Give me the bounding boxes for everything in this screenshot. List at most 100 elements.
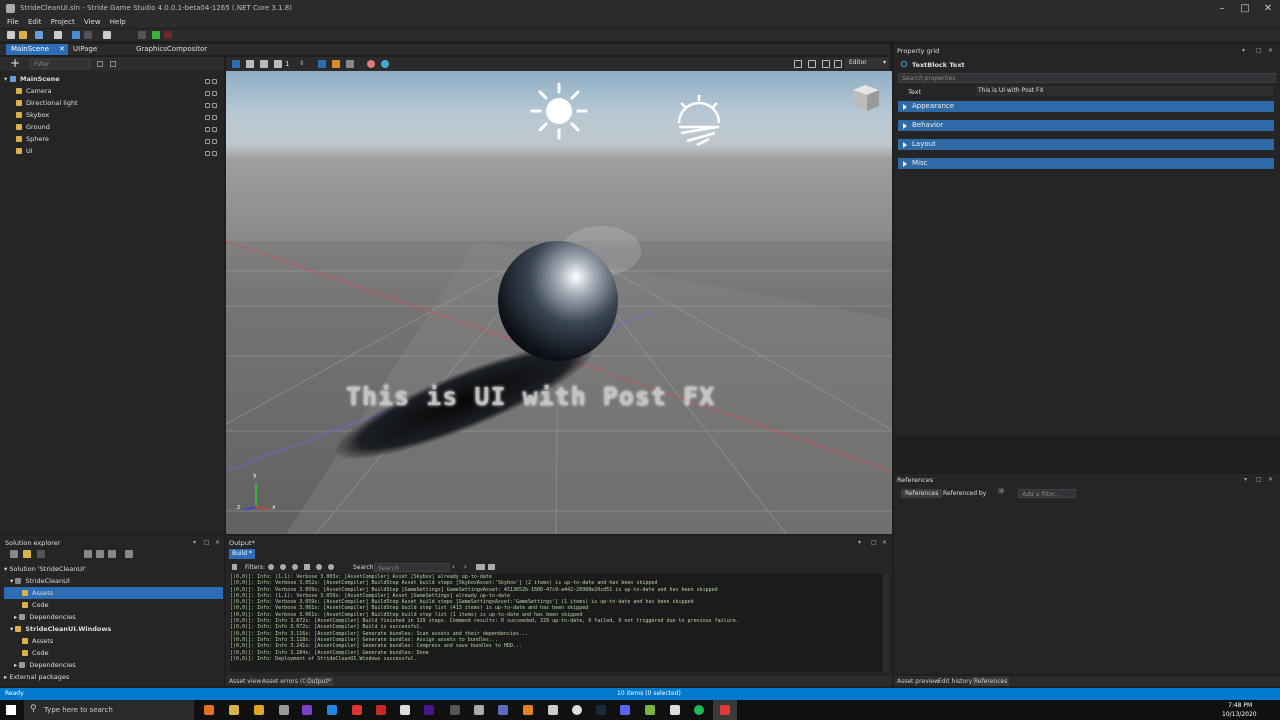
close-panel-icon[interactable]: ✕ — [882, 539, 887, 546]
menu-view[interactable]: View — [84, 18, 101, 26]
filter-warning-icon[interactable] — [304, 564, 310, 570]
close-button[interactable]: ✕ — [1262, 3, 1274, 15]
lock-icon[interactable] — [205, 103, 210, 108]
undo-icon[interactable] — [72, 31, 80, 39]
tab-asset-preview[interactable]: Asset preview — [897, 678, 939, 685]
tree-item-sphere[interactable]: Sphere — [16, 133, 220, 145]
explorer-icon[interactable] — [229, 705, 239, 715]
output-scrollbar[interactable] — [883, 574, 889, 672]
select-tool-icon[interactable] — [232, 60, 240, 68]
fullscreen-icon[interactable] — [808, 60, 816, 68]
tab-references[interactable]: References — [901, 489, 943, 498]
menu-help[interactable]: Help — [110, 18, 126, 26]
app-icon[interactable] — [572, 705, 582, 715]
app-icon[interactable] — [400, 705, 410, 715]
references-filter-input[interactable]: Add a filter... — [1018, 489, 1076, 498]
run-icon[interactable] — [54, 31, 62, 39]
steam-icon[interactable] — [596, 705, 606, 715]
tree-item-dependencies[interactable]: ▸ Dependencies — [14, 659, 76, 671]
app-icon[interactable] — [474, 705, 484, 715]
scene-viewport[interactable]: y z x This is UI with Post FX — [226, 71, 892, 534]
close-panel-icon[interactable]: ✕ — [215, 539, 220, 546]
app-icon[interactable] — [424, 705, 434, 715]
tree-item-solution[interactable]: ▾ Solution 'StrideCleanUI' — [4, 563, 86, 575]
menu-file[interactable]: File — [7, 18, 19, 26]
pin-icon[interactable]: ▾ — [193, 539, 196, 546]
lock-icon[interactable] — [205, 139, 210, 144]
visibility-icon[interactable] — [212, 115, 217, 120]
open-icon[interactable] — [19, 31, 27, 39]
save-icon[interactable] — [35, 31, 43, 39]
add-entity-icon[interactable]: + — [10, 57, 20, 69]
app-icon[interactable] — [450, 705, 460, 715]
filter-verbose-icon[interactable] — [280, 564, 286, 570]
lock-icon[interactable] — [205, 151, 210, 156]
filter-options-icon[interactable] — [97, 61, 103, 67]
tree-item-code[interactable]: Code — [22, 647, 49, 659]
play-icon[interactable] — [152, 31, 160, 39]
ui-text-block[interactable]: This is UI with Post FX — [346, 382, 715, 411]
visibility-icon[interactable] — [205, 79, 210, 84]
new-folder-icon[interactable] — [10, 550, 18, 558]
tree-item-dependencies[interactable]: ▸ Dependencies — [14, 611, 76, 623]
filter-error-icon[interactable] — [316, 564, 322, 570]
tab-asset-errors[interactable]: Asset errors (0) — [262, 678, 308, 685]
category-appearance[interactable]: Appearance — [898, 101, 1274, 112]
new-icon[interactable] — [7, 31, 15, 39]
grid-toggle-icon[interactable] — [318, 60, 326, 68]
float-icon[interactable]: □ — [1256, 476, 1262, 483]
snap-value[interactable]: 1 — [285, 60, 289, 68]
tab-graphicscompositor[interactable]: GraphicsCompositor — [131, 44, 212, 55]
app-icon[interactable] — [645, 705, 655, 715]
close-panel-icon[interactable]: ✕ — [1268, 476, 1273, 483]
notepad-icon[interactable] — [279, 705, 289, 715]
firefox-icon[interactable] — [204, 705, 214, 715]
text-property-input[interactable]: This is UI with Post FX — [976, 86, 1274, 96]
camera-icon[interactable] — [822, 60, 830, 68]
tree-item-assets[interactable]: Assets — [22, 635, 53, 647]
minimize-button[interactable]: – — [1216, 3, 1228, 15]
tree-item-camera[interactable]: Camera — [16, 85, 220, 97]
pin-icon[interactable]: ▾ — [1244, 476, 1247, 483]
visibility-icon[interactable] — [212, 103, 217, 108]
whole-word-icon[interactable] — [488, 564, 495, 570]
pin-icon[interactable]: ▾ — [858, 539, 861, 546]
visibility-icon[interactable] — [212, 151, 217, 156]
lock-icon[interactable] — [205, 91, 210, 96]
spotify-icon[interactable] — [694, 705, 704, 715]
sort-icon[interactable] — [108, 550, 116, 558]
category-misc[interactable]: Misc — [898, 158, 1274, 169]
tab-asset-view[interactable]: Asset view — [229, 678, 261, 685]
add-icon[interactable] — [37, 550, 45, 558]
category-layout[interactable]: Layout — [898, 139, 1274, 150]
tree-item-skybox[interactable]: Skybox — [16, 109, 220, 121]
display-icon[interactable] — [834, 60, 842, 68]
scene-filter-input[interactable]: Filter — [30, 59, 90, 69]
translate-tool-icon[interactable] — [246, 60, 254, 68]
taskbar-search-input[interactable]: ⚲ Type here to search — [24, 700, 194, 720]
globe-icon[interactable] — [381, 60, 389, 68]
tree-item-ui[interactable]: UI — [16, 145, 220, 157]
prev-icon[interactable]: ‹ — [452, 563, 455, 571]
stepper-icon[interactable]: ⇕ — [299, 60, 304, 67]
output-search-input[interactable]: Search — [374, 563, 450, 572]
build-icon[interactable] — [103, 31, 111, 39]
menu-edit[interactable]: Edit — [28, 18, 42, 26]
expand-icon[interactable] — [84, 550, 92, 558]
tab-referenced-by[interactable]: Referenced by — [943, 490, 986, 497]
app-icon[interactable] — [498, 705, 508, 715]
start-icon[interactable] — [6, 705, 16, 715]
tab-mainscene[interactable]: MainScene ✕ — [6, 44, 68, 55]
match-case-icon[interactable] — [476, 564, 485, 570]
lock-icon[interactable] — [212, 79, 217, 84]
collapse-icon[interactable] — [96, 550, 104, 558]
pin-icon[interactable]: ▾ — [1242, 47, 1245, 54]
maps-icon[interactable] — [327, 705, 337, 715]
blender-icon[interactable] — [523, 705, 533, 715]
render-mode-select[interactable]: Editor ▾ — [846, 58, 888, 69]
scale-tool-icon[interactable] — [274, 60, 282, 68]
lighting-toggle-icon[interactable] — [332, 60, 340, 68]
maximize-button[interactable]: □ — [1239, 3, 1251, 15]
redo-icon[interactable] — [84, 31, 92, 39]
material-icon[interactable] — [367, 60, 375, 68]
